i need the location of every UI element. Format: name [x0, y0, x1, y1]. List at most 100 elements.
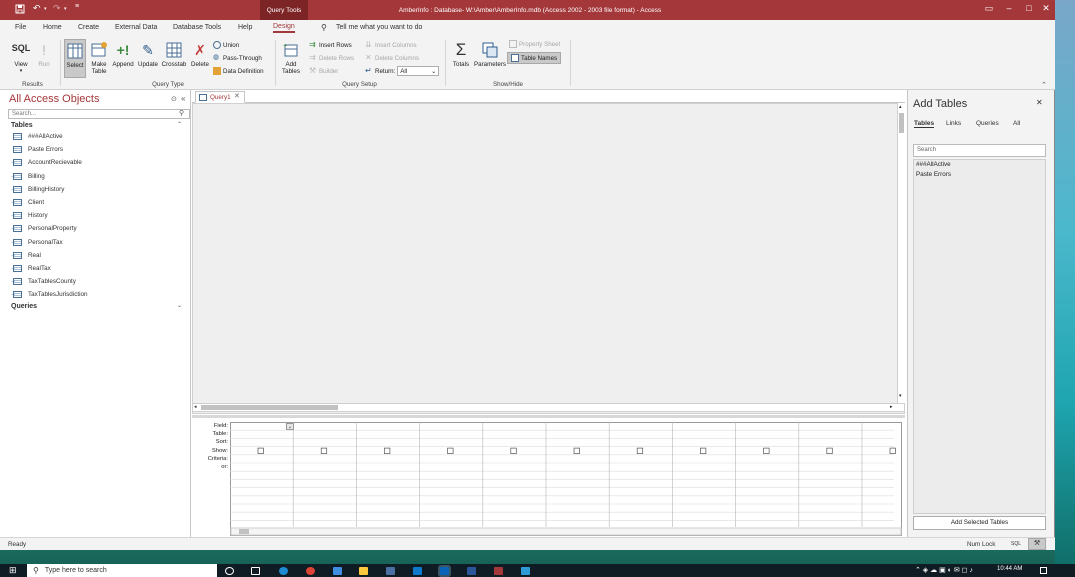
show-checkbox[interactable] — [826, 447, 833, 454]
tab-external-data[interactable]: External Data — [115, 24, 157, 31]
undo-icon[interactable]: ↶ — [33, 3, 41, 14]
expand-group-icon[interactable]: ⌄ — [177, 302, 182, 309]
design-grid-lines[interactable] — [230, 422, 902, 536]
table-diagram-pane[interactable] — [192, 103, 905, 414]
sql-view-status-button[interactable]: SQL — [1011, 541, 1021, 547]
insert-columns-button[interactable]: ⇊ Insert Columns — [365, 41, 417, 49]
tab-help[interactable]: Help — [238, 24, 252, 31]
scroll-thumb[interactable] — [899, 113, 904, 133]
totals-button[interactable]: Σ Totals — [450, 41, 472, 69]
nav-table-item[interactable]: → BillingHistory — [5, 183, 191, 196]
nav-table-item[interactable]: → TaxTablesJurisdiction — [5, 288, 191, 301]
run-button[interactable]: ! Run — [35, 41, 53, 68]
scroll-up-icon[interactable]: ▴ — [899, 104, 902, 110]
nav-pane-title[interactable]: All Access Objects — [9, 93, 99, 105]
photos-icon[interactable] — [521, 567, 530, 575]
crosstab-button[interactable]: Crosstab — [161, 41, 187, 68]
show-checkbox[interactable] — [447, 447, 454, 454]
show-checkbox[interactable] — [320, 447, 328, 454]
close-pane-icon[interactable]: ✕ — [1036, 98, 1043, 107]
vertical-scrollbar[interactable]: ▴ ▾ — [897, 103, 905, 403]
file-explorer-icon[interactable] — [359, 567, 368, 575]
windows-start-icon[interactable]: ⊞ — [9, 565, 17, 576]
show-checkbox[interactable] — [889, 447, 896, 454]
select-query-button[interactable]: Select — [64, 39, 86, 78]
tab-file[interactable]: File — [15, 24, 26, 31]
nav-table-item[interactable]: ###AllActive — [5, 130, 191, 143]
app-icon[interactable] — [413, 567, 422, 575]
tab-home[interactable]: Home — [43, 24, 62, 31]
property-sheet-button[interactable]: Property Sheet — [509, 40, 560, 48]
nav-table-item[interactable]: → PersonalProperty — [5, 222, 191, 235]
collapse-ribbon-icon[interactable]: ⌃ — [1041, 81, 1047, 89]
delete-rows-button[interactable]: ⇉ Delete Rows — [309, 54, 354, 62]
close-icon[interactable]: ✕ — [1037, 3, 1055, 17]
grid-horizontal-scrollbar[interactable] — [230, 527, 902, 536]
chrome-icon[interactable] — [306, 567, 315, 575]
show-checkbox[interactable] — [573, 447, 580, 454]
hscroll-thumb[interactable] — [201, 405, 338, 410]
grid-scroll-thumb[interactable] — [239, 529, 249, 534]
builder-button[interactable]: ⚒ Builder — [309, 67, 338, 75]
add-tables-button[interactable]: + Add Tables — [280, 41, 302, 75]
list-item[interactable]: Paste Errors — [914, 170, 1045, 180]
tab-tables[interactable]: Tables — [914, 120, 935, 128]
parameters-button[interactable]: Parameters — [474, 41, 506, 68]
return-select[interactable]: All ⌄ — [397, 66, 440, 76]
maximize-icon[interactable]: □ — [1020, 3, 1038, 17]
show-checkbox[interactable] — [700, 447, 707, 454]
nav-table-item[interactable]: → Client — [5, 196, 191, 209]
word-icon[interactable] — [467, 567, 476, 575]
taskbar-search-box[interactable]: ⚲ Type here to search — [27, 564, 217, 577]
show-checkbox[interactable] — [636, 447, 644, 454]
shutter-bar-close-icon[interactable]: « — [181, 94, 185, 103]
tab-design[interactable]: Design — [273, 23, 295, 33]
tab-create[interactable]: Create — [78, 24, 99, 31]
customize-toolbar-icon[interactable]: ≡ — [75, 3, 79, 10]
design-view-status-icon[interactable]: ⚒ — [1028, 538, 1046, 550]
data-definition-button[interactable]: Data Definition — [213, 67, 264, 75]
union-button[interactable]: Union — [213, 41, 239, 49]
field-dropdown-icon[interactable]: ⌄ — [286, 423, 294, 430]
nav-table-item[interactable]: Paste Errors — [5, 143, 191, 156]
notification-icon[interactable] — [1040, 567, 1047, 574]
task-view-icon[interactable] — [251, 567, 260, 575]
redo-dropdown-icon[interactable]: ▾ — [64, 6, 67, 12]
nav-table-item[interactable]: → AccountRecievable — [5, 156, 191, 169]
list-item[interactable]: ###AllActive — [914, 160, 1045, 170]
scroll-down-icon[interactable]: ▾ — [899, 393, 902, 399]
nav-table-item[interactable]: → Real — [5, 249, 191, 262]
update-button[interactable]: ✎ Update — [137, 41, 159, 68]
nav-group-queries[interactable]: Queries — [5, 301, 191, 312]
show-checkbox[interactable] — [510, 447, 517, 454]
horizontal-scrollbar[interactable]: ◂ ▸ — [192, 403, 905, 412]
collapse-group-icon[interactable]: ⌃ — [177, 121, 182, 128]
delete-query-button[interactable]: ✗ Delete — [189, 41, 211, 68]
close-tab-icon[interactable]: ✕ — [234, 92, 240, 100]
app-icon[interactable] — [386, 567, 395, 575]
nav-search-input[interactable]: Search... — [8, 109, 190, 119]
scroll-right-icon[interactable]: ▸ — [890, 404, 893, 410]
scroll-left-icon[interactable]: ◂ — [194, 404, 197, 410]
pass-through-button[interactable]: ◍ Pass-Through — [213, 54, 262, 62]
nav-table-item[interactable]: → History — [5, 209, 191, 222]
nav-menu-dropdown-icon[interactable]: ⊙ — [171, 95, 177, 103]
save-icon[interactable] — [15, 4, 25, 16]
store-icon[interactable] — [333, 567, 342, 575]
system-tray-icons[interactable]: ⌃ ◈ ☁ ▣ ◐ ✉ ◻ ♪ — [915, 566, 973, 574]
tab-database-tools[interactable]: Database Tools — [173, 24, 221, 31]
search-icon[interactable]: ⚲ — [179, 109, 184, 117]
delete-columns-button[interactable]: ✕ Delete Columns — [365, 54, 419, 62]
tab-all[interactable]: All — [1013, 120, 1020, 127]
nav-table-item[interactable]: → Billing — [5, 170, 191, 183]
outlook-icon[interactable] — [438, 565, 451, 577]
view-button[interactable]: SQL View ▾ — [10, 41, 32, 75]
nav-table-item[interactable]: → PersonalTax — [5, 236, 191, 249]
access-icon[interactable] — [494, 567, 503, 575]
minimize-icon[interactable]: – — [1000, 3, 1018, 17]
tab-queries[interactable]: Queries — [976, 120, 999, 127]
add-selected-tables-button[interactable]: Add Selected Tables — [913, 516, 1046, 530]
append-button[interactable]: +! Append — [111, 41, 135, 68]
tell-me-input[interactable]: Tell me what you want to do — [336, 24, 422, 31]
undo-dropdown-icon[interactable]: ▾ — [44, 6, 47, 12]
